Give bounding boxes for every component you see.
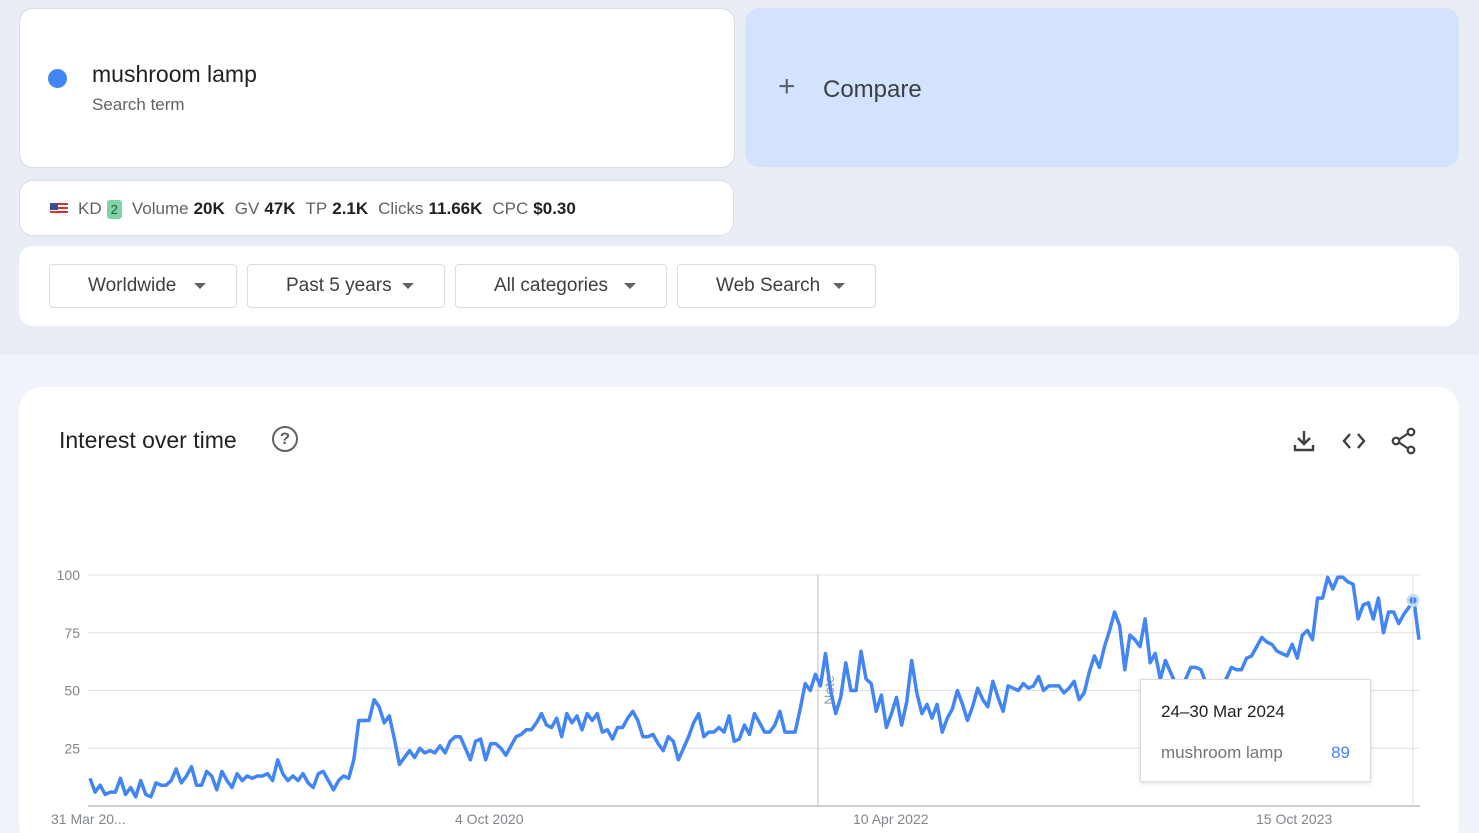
x-tick-label: 31 Mar 20... bbox=[51, 811, 126, 827]
y-axis-ticks: 25 50 75 100 bbox=[57, 567, 81, 756]
tooltip-value: 89 bbox=[1331, 743, 1350, 762]
x-tick-label: 10 Apr 2022 bbox=[853, 811, 929, 827]
x-tick-label: 4 Oct 2020 bbox=[455, 811, 524, 827]
y-tick-label: 75 bbox=[64, 625, 80, 641]
y-tick-label: 50 bbox=[64, 683, 80, 699]
y-tick-label: 100 bbox=[57, 567, 81, 583]
x-tick-label: 15 Oct 2023 bbox=[1256, 811, 1332, 827]
y-tick-label: 25 bbox=[64, 740, 80, 756]
data-tooltip: 24–30 Mar 2024 mushroom lamp 89 bbox=[1140, 679, 1371, 782]
tooltip-date: 24–30 Mar 2024 bbox=[1161, 702, 1285, 721]
x-axis-ticks: 31 Mar 20... 4 Oct 2020 10 Apr 2022 15 Oct … bbox=[51, 811, 1332, 827]
tooltip-term: mushroom lamp bbox=[1161, 743, 1283, 762]
